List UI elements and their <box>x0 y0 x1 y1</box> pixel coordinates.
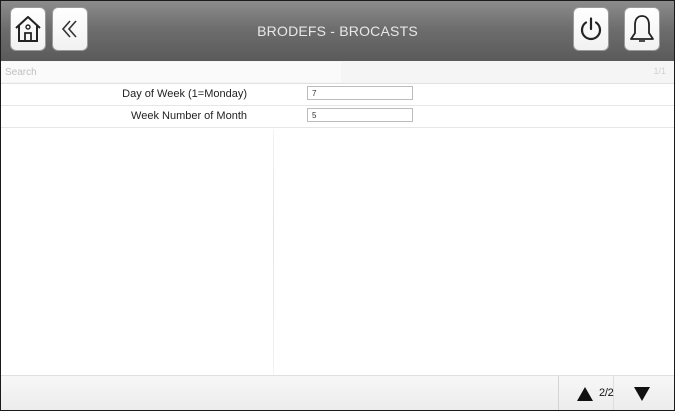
power-icon <box>580 17 602 41</box>
app-window: BRODEFS - BROCASTS Search 1/1 Day of Wee… <box>0 0 675 411</box>
bell-icon <box>630 15 654 42</box>
double-chevron-left-icon <box>61 20 77 38</box>
back-button[interactable] <box>52 7 88 51</box>
field-label: Day of Week (1=Monday) <box>122 88 247 100</box>
search-result-count: 1/1 <box>653 66 666 76</box>
page-indicator: 2/2 <box>599 387 614 399</box>
week-number-field[interactable] <box>307 108 413 122</box>
alarm-button[interactable] <box>624 7 660 51</box>
home-icon <box>15 16 41 42</box>
next-page-button[interactable] <box>632 385 652 403</box>
header-bar: BRODEFS - BROCASTS <box>1 1 674 61</box>
previous-page-button[interactable] <box>575 385 595 403</box>
field-row-week-number: Week Number of Month <box>1 106 674 128</box>
day-of-week-field[interactable] <box>307 86 413 100</box>
divider <box>558 376 559 410</box>
triangle-down-icon <box>634 387 650 401</box>
triangle-up-icon <box>577 387 593 401</box>
power-button[interactable] <box>573 7 609 51</box>
field-label: Week Number of Month <box>131 110 247 122</box>
footer-bar: 2/2 <box>1 375 674 410</box>
search-bar: 1/1 <box>1 61 674 84</box>
field-row-day-of-week: Day of Week (1=Monday) <box>1 84 674 106</box>
search-input[interactable] <box>1 62 341 82</box>
home-button[interactable] <box>10 7 46 51</box>
column-divider <box>273 129 274 377</box>
